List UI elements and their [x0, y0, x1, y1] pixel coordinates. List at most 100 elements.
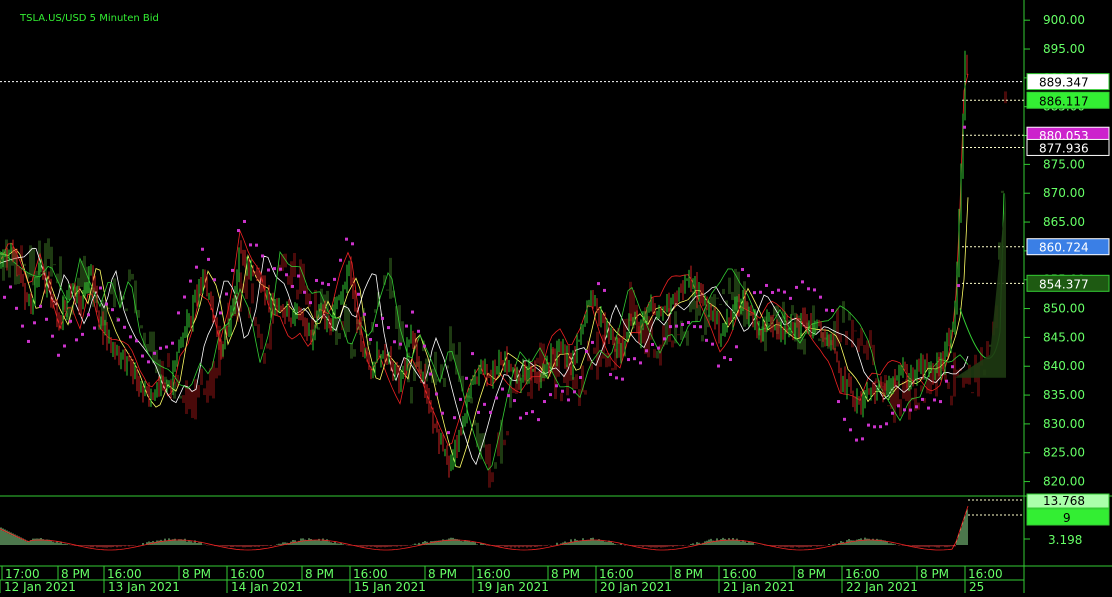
psar-dot: [165, 345, 168, 349]
psar-dot: [405, 324, 408, 328]
psar-dot: [423, 344, 426, 348]
kumo-segment: [191, 390, 194, 418]
psar-dot: [651, 343, 654, 347]
psar-dot: [207, 257, 210, 261]
psar-dot: [699, 325, 702, 329]
kumo-segment: [140, 325, 143, 329]
psar-dot: [87, 313, 90, 317]
kumo-segment: [506, 431, 509, 436]
kumo-segment: [260, 333, 263, 350]
psar-dot: [243, 219, 246, 223]
time-tick-label: 8 PM: [61, 567, 90, 581]
chart-canvas[interactable]: TSLA.US/USD 5 Minuten Bid 900.00895.0089…: [0, 0, 1112, 594]
psar-dot: [129, 335, 132, 339]
psar-dot: [27, 339, 30, 343]
price-tick-label: 825.00: [1043, 446, 1085, 460]
date-tick-label: 19 Jan 2021: [477, 580, 549, 593]
kumo-segment: [125, 308, 128, 312]
psar-dot: [153, 351, 156, 355]
kumo-segment: [536, 357, 539, 364]
psar-dot: [3, 295, 6, 299]
psar-dot: [591, 340, 594, 344]
kumo-segment: [722, 288, 725, 295]
kumo-segment: [50, 246, 53, 277]
time-tick-label: 8 PM: [428, 567, 457, 581]
kumo-segment: [584, 390, 587, 395]
trading-chart[interactable]: TSLA.US/USD 5 Minuten Bid 900.00895.0089…: [0, 0, 1112, 594]
kumo-segment: [854, 330, 857, 332]
kumo-segment: [860, 327, 863, 346]
psar-dot: [339, 258, 342, 262]
psar-dot: [897, 404, 900, 408]
ichimoku-cloud: [2, 91, 1007, 488]
kumo-segment: [731, 291, 734, 301]
price-label: 860.724: [1026, 238, 1110, 256]
psar-dot: [657, 346, 660, 350]
kumo-segment: [215, 367, 218, 379]
time-axis[interactable]: 17:00 8 PM 16:00 8 PM 16:00 8 PM 16:00 8 PM 16:0…: [0, 566, 1003, 594]
psar-dot: [465, 376, 468, 380]
kumo-segment: [887, 405, 890, 407]
kumo-segment: [1001, 190, 1004, 193]
kumo-segment: [728, 277, 731, 295]
kumo-segment: [971, 392, 974, 394]
psar-dot: [393, 340, 396, 344]
price-tick-label: 840.00: [1043, 359, 1085, 373]
kumo-segment: [443, 377, 446, 388]
psar-dot: [789, 296, 792, 300]
kumo-segment: [491, 472, 494, 483]
psar-dot: [459, 397, 462, 401]
price-label-text: 877.936: [1039, 141, 1089, 155]
price-label: 854.377: [1026, 274, 1110, 292]
psar-dot: [537, 418, 540, 422]
psar-dot: [585, 350, 588, 354]
psar-dot: [273, 267, 276, 271]
kumo-segment: [254, 316, 257, 326]
psar-dot: [117, 318, 120, 322]
psar-dot: [387, 326, 390, 330]
psar-dot: [105, 302, 108, 306]
psar-dot: [717, 364, 720, 368]
kumo-segment: [863, 344, 866, 354]
oscillator-histogram: [0, 499, 1024, 551]
kumo-segment: [338, 333, 341, 340]
psar-dot: [669, 325, 672, 329]
psar-dot: [825, 308, 828, 312]
kumo-segment: [368, 341, 371, 345]
kumo-segment: [188, 388, 191, 410]
kumo-segment: [350, 342, 353, 359]
psar-dot: [279, 267, 282, 271]
psar-dot: [75, 338, 78, 342]
psar-dot: [621, 377, 624, 381]
psar-dot: [627, 358, 630, 362]
price-tick-label: 820.00: [1043, 475, 1085, 489]
kumo-segment: [671, 340, 674, 348]
kumo-segment: [698, 304, 701, 316]
psar-dot: [291, 284, 294, 288]
psar-dot: [813, 288, 816, 292]
psar-dot: [729, 358, 732, 362]
psar-dot: [177, 311, 180, 315]
psar-dot: [561, 389, 564, 393]
psar-dot: [21, 324, 24, 328]
psar-dot: [315, 278, 318, 282]
psar-dot: [609, 372, 612, 376]
time-tick-label: 16:00: [845, 567, 880, 581]
psar-dot: [915, 405, 918, 409]
kumo-segment: [47, 238, 50, 259]
price-tick-label: 895.00: [1043, 42, 1085, 56]
date-tick-label: 22 Jan 2021: [846, 580, 918, 593]
kumo-segment: [305, 285, 308, 305]
psar-dot: [909, 408, 912, 412]
psar-dot: [69, 319, 72, 323]
kumo-segment: [308, 293, 311, 307]
time-tick-label: 16:00: [722, 567, 757, 581]
date-tick-label: 15 Jan 2021: [354, 580, 426, 593]
psar-dot: [861, 437, 864, 441]
psar-dot: [615, 376, 618, 380]
kumo-segment: [302, 263, 305, 291]
time-tick-label: 16:00: [476, 567, 511, 581]
kumo-segment: [656, 350, 659, 359]
kumo-segment: [335, 318, 338, 345]
psar-dot: [633, 357, 636, 361]
